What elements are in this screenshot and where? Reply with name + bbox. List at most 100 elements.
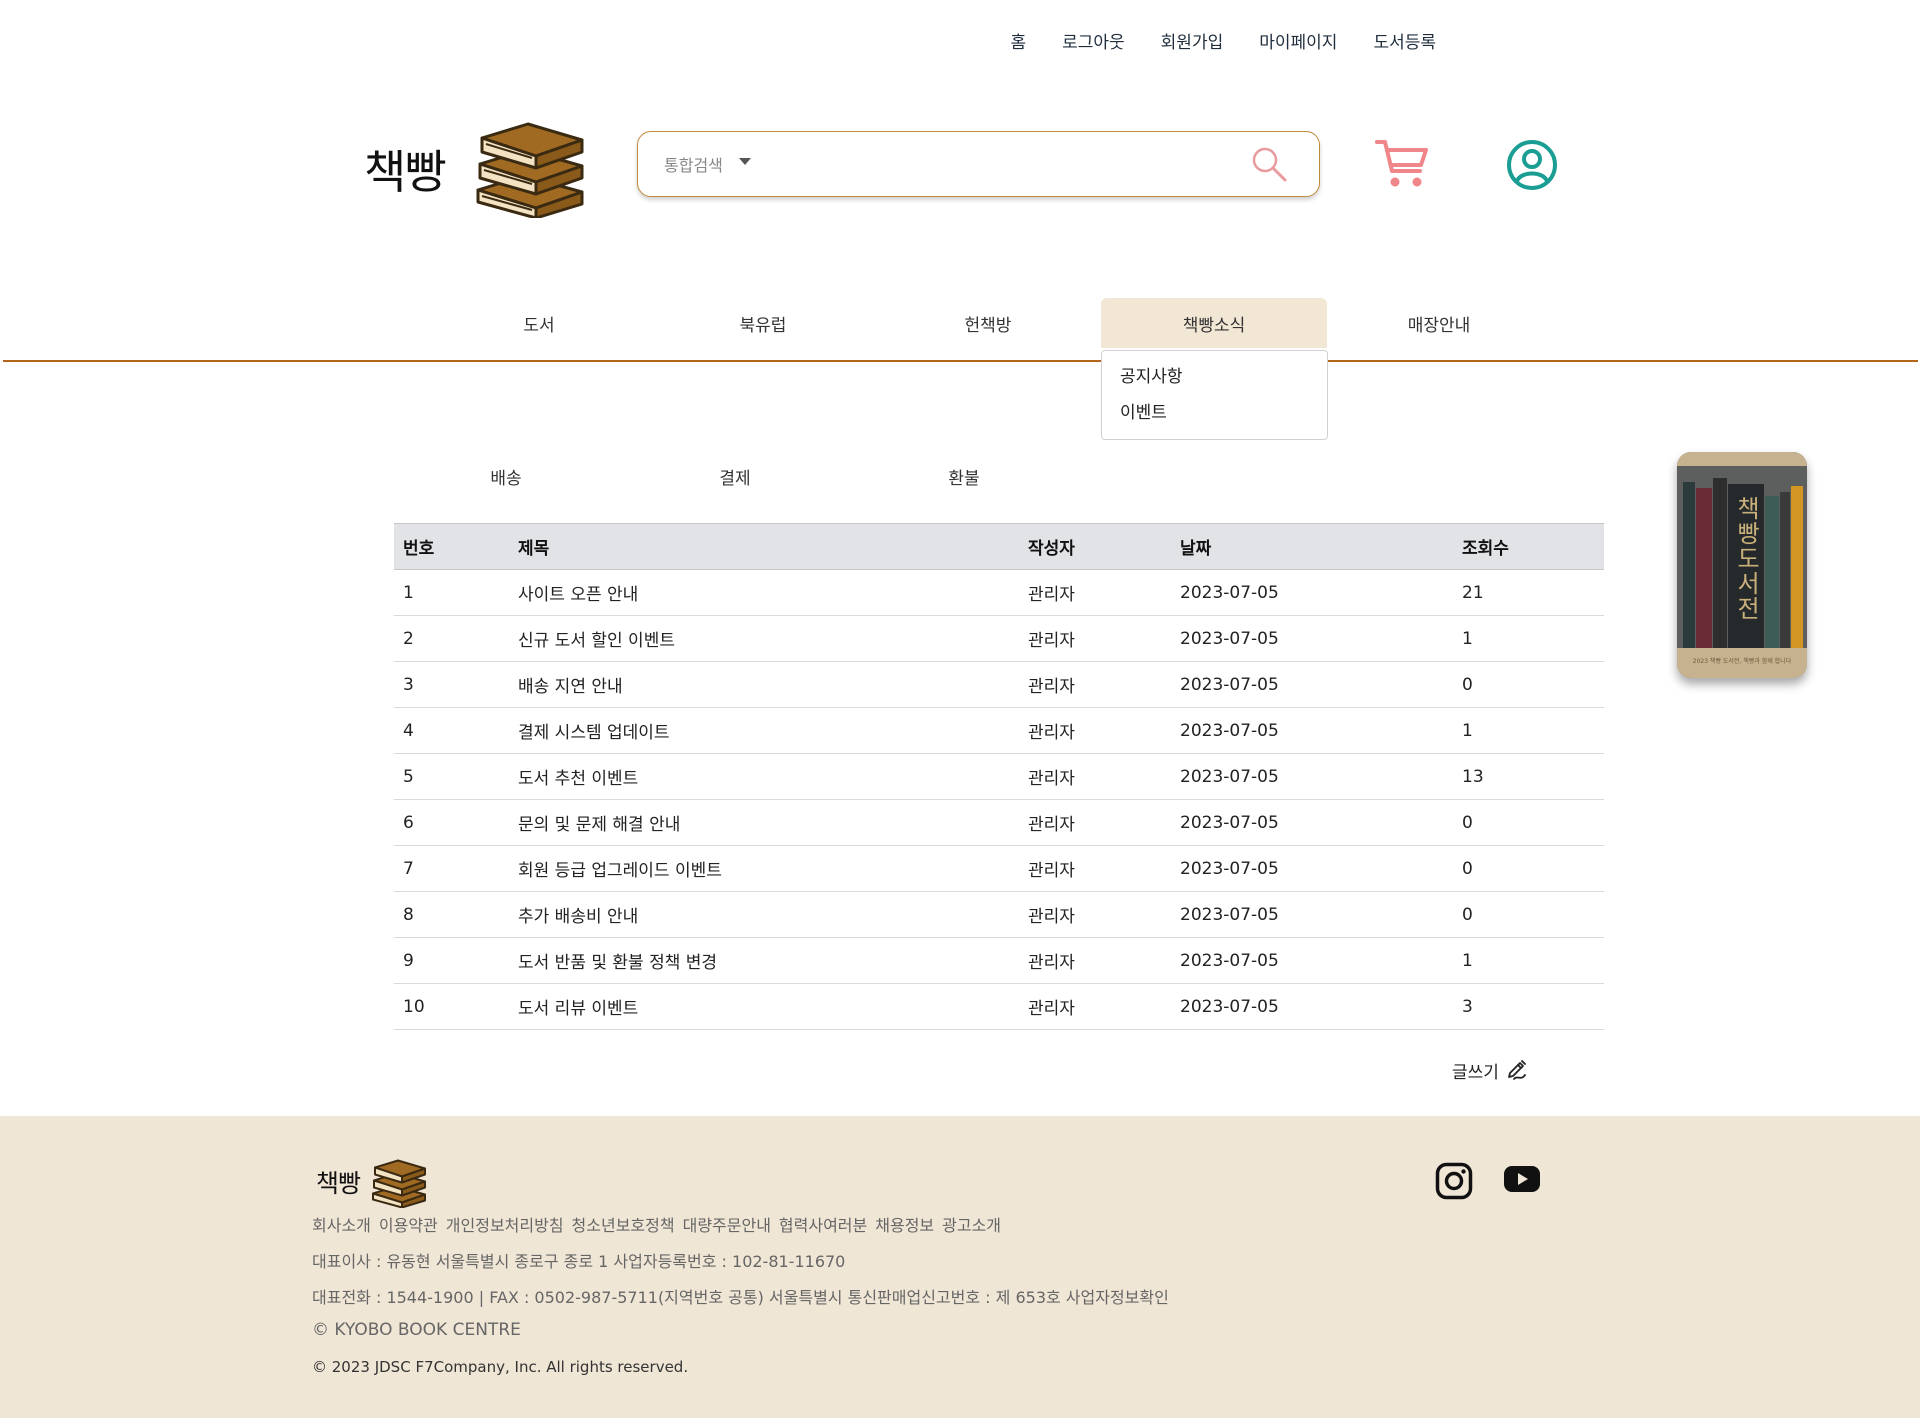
cell-writer: 관리자 (1019, 891, 1171, 938)
cell-number: 4 (394, 707, 509, 754)
footer-logo[interactable]: 책빵 (316, 1154, 428, 1208)
site-logo[interactable]: 책빵 (364, 112, 588, 222)
footer-link-youth[interactable]: 청소년보호정책 (572, 1212, 675, 1236)
top-link-home[interactable]: 홈 (1010, 28, 1026, 53)
table-row[interactable]: 3 배송 지연 안내 관리자 2023-07-05 0 (394, 661, 1604, 708)
cell-number: 2 (394, 615, 509, 662)
cell-number: 6 (394, 799, 509, 846)
cell-views: 1 (1453, 937, 1604, 984)
books-stack-icon (476, 122, 584, 218)
news-dropdown-menu: 공지사항 이벤트 (1101, 350, 1328, 440)
cell-date: 2023-07-05 (1171, 983, 1453, 1030)
footer-link-company[interactable]: 회사소개 (312, 1212, 371, 1236)
menu-item-notice[interactable]: 공지사항 (1120, 365, 1309, 401)
cell-writer: 관리자 (1019, 799, 1171, 846)
cell-title[interactable]: 도서 반품 및 환불 정책 변경 (509, 937, 1019, 984)
cell-number: 7 (394, 845, 509, 892)
nav-item-books[interactable]: 도서 (426, 298, 652, 348)
youtube-icon[interactable] (1503, 1163, 1541, 1195)
cell-views: 0 (1453, 661, 1604, 708)
nav-item-used-books[interactable]: 헌책방 (875, 298, 1101, 348)
site-footer: 책빵 회사소개 이용약관 개인정보처리방침 청소년보호정책 대량주문안내 협력사… (0, 1116, 1920, 1418)
footer-company-info: 대표이사 : 유동현 서울특별시 종로구 종로 1 사업자등록번호 : 102-… (312, 1252, 846, 1271)
table-row[interactable]: 1 사이트 오픈 안내 관리자 2023-07-05 21 (394, 569, 1604, 616)
write-label: 글쓰기 (1452, 1063, 1499, 1083)
table-row[interactable]: 5 도서 추천 이벤트 관리자 2023-07-05 13 (394, 753, 1604, 800)
cell-views: 21 (1453, 569, 1604, 616)
cart-icon[interactable] (1374, 137, 1430, 191)
footer-link-partners[interactable]: 협력사여러분 (779, 1212, 867, 1236)
nav-divider (3, 360, 1918, 362)
top-link-mypage[interactable]: 마이페이지 (1259, 28, 1337, 53)
side-banner-book-fair[interactable]: 책빵도서전 2023 책빵 도서전, 책빵과 함께 합니다 (1677, 452, 1807, 678)
table-header-row: 번호 제목 작성자 날짜 조회수 (394, 523, 1604, 570)
nav-item-nordic[interactable]: 북유럽 (650, 298, 876, 348)
footer-link-privacy[interactable]: 개인정보처리방침 (446, 1212, 564, 1236)
cell-title[interactable]: 배송 지연 안내 (509, 661, 1019, 708)
cell-title[interactable]: 문의 및 문제 해결 안내 (509, 799, 1019, 846)
top-links: 홈 로그아웃 회원가입 마이페이지 도서등록 (1010, 28, 1436, 53)
cell-date: 2023-07-05 (1171, 845, 1453, 892)
cell-date: 2023-07-05 (1171, 615, 1453, 662)
footer-copyright: © 2023 JDSC F7Company, Inc. All rights r… (312, 1358, 689, 1376)
header-date: 날짜 (1171, 523, 1453, 570)
cell-number: 8 (394, 891, 509, 938)
header-writer: 작성자 (1019, 523, 1171, 570)
tab-refund[interactable]: 환불 (884, 464, 1044, 489)
top-link-register-book[interactable]: 도서등록 (1373, 28, 1436, 53)
footer-link-ads[interactable]: 광고소개 (942, 1212, 1001, 1236)
cell-number: 5 (394, 753, 509, 800)
cell-title[interactable]: 추가 배송비 안내 (509, 891, 1019, 938)
cell-views: 3 (1453, 983, 1604, 1030)
write-button[interactable]: 글쓰기 (1452, 1058, 1527, 1083)
cell-writer: 관리자 (1019, 937, 1171, 984)
cell-title[interactable]: 도서 추천 이벤트 (509, 753, 1019, 800)
header-number: 번호 (394, 523, 509, 570)
footer-links: 회사소개 이용약관 개인정보처리방침 청소년보호정책 대량주문안내 협력사여러분… (312, 1212, 1001, 1236)
footer-link-careers[interactable]: 채용정보 (875, 1212, 934, 1236)
search-category-label: 통합검색 (664, 156, 723, 175)
table-row[interactable]: 6 문의 및 문제 해결 안내 관리자 2023-07-05 0 (394, 799, 1604, 846)
table-row[interactable]: 7 회원 등급 업그레이드 이벤트 관리자 2023-07-05 0 (394, 845, 1604, 892)
search-input[interactable] (760, 144, 1249, 184)
header-views: 조회수 (1453, 523, 1604, 570)
cell-views: 1 (1453, 707, 1604, 754)
search-category-select[interactable]: 통합검색 (664, 152, 751, 176)
top-link-logout[interactable]: 로그아웃 (1062, 28, 1125, 53)
cell-number: 3 (394, 661, 509, 708)
main-nav: 도서 북유럽 헌책방 책빵소식 매장안내 (0, 298, 1920, 362)
cell-views: 13 (1453, 753, 1604, 800)
tab-payment[interactable]: 결제 (655, 464, 815, 489)
banner-title: 책빵도서전 (1732, 496, 1760, 621)
notice-board-table: 번호 제목 작성자 날짜 조회수 1 사이트 오픈 안내 관리자 2023-07-05… (394, 523, 1604, 1030)
cell-title[interactable]: 회원 등급 업그레이드 이벤트 (509, 845, 1019, 892)
cell-number: 10 (394, 983, 509, 1030)
books-stack-icon (372, 1159, 426, 1208)
cell-date: 2023-07-05 (1171, 753, 1453, 800)
table-row[interactable]: 8 추가 배송비 안내 관리자 2023-07-05 0 (394, 891, 1604, 938)
cell-title[interactable]: 도서 리뷰 이벤트 (509, 983, 1019, 1030)
table-row[interactable]: 10 도서 리뷰 이벤트 관리자 2023-07-05 3 (394, 983, 1604, 1030)
logo-text: 책빵 (364, 145, 447, 199)
search-icon[interactable] (1249, 144, 1289, 184)
cell-title[interactable]: 결제 시스템 업데이트 (509, 707, 1019, 754)
cell-title[interactable]: 신규 도서 할인 이벤트 (509, 615, 1019, 662)
tab-shipping[interactable]: 배송 (426, 464, 586, 489)
cell-title[interactable]: 사이트 오픈 안내 (509, 569, 1019, 616)
table-row[interactable]: 4 결제 시스템 업데이트 관리자 2023-07-05 1 (394, 707, 1604, 754)
instagram-icon[interactable] (1435, 1162, 1473, 1200)
table-row[interactable]: 9 도서 반품 및 환불 정책 변경 관리자 2023-07-05 1 (394, 937, 1604, 984)
user-icon[interactable] (1506, 139, 1558, 191)
footer-contact-info: 대표전화 : 1544-1900 | FAX : 0502-987-5711(지… (312, 1288, 1169, 1307)
footer-link-terms[interactable]: 이용약관 (379, 1212, 438, 1236)
menu-item-event[interactable]: 이벤트 (1120, 401, 1309, 437)
table-row[interactable]: 2 신규 도서 할인 이벤트 관리자 2023-07-05 1 (394, 615, 1604, 662)
top-link-signup[interactable]: 회원가입 (1161, 28, 1224, 53)
cell-views: 0 (1453, 891, 1604, 938)
nav-item-news[interactable]: 책빵소식 (1101, 298, 1327, 348)
nav-item-store-info[interactable]: 매장안내 (1326, 298, 1552, 348)
search-bar: 통합검색 (637, 131, 1320, 197)
cell-date: 2023-07-05 (1171, 891, 1453, 938)
cell-views: 0 (1453, 845, 1604, 892)
footer-link-bulk-order[interactable]: 대량주문안내 (683, 1212, 771, 1236)
